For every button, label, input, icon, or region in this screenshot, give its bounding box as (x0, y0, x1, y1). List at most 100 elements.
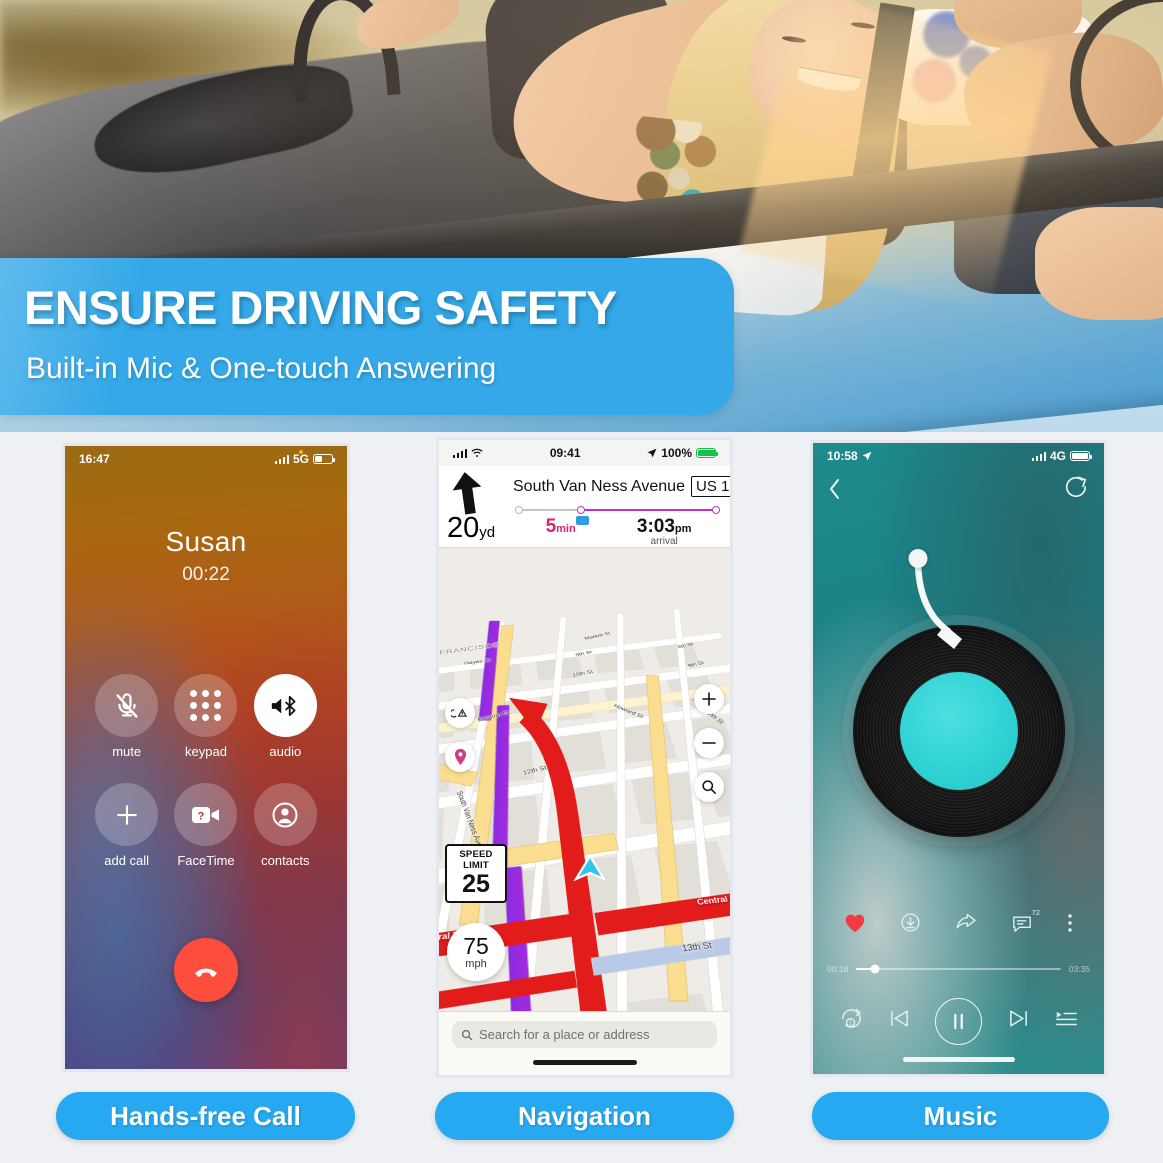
call-status-time: 16:47 (79, 452, 110, 466)
back-button[interactable] (827, 477, 842, 506)
download-button[interactable] (900, 912, 921, 938)
speaker-bluetooth-icon (253, 674, 317, 737)
audio-button[interactable]: audio (253, 674, 317, 759)
progress-track[interactable] (856, 964, 1061, 974)
end-call-button[interactable] (174, 938, 238, 1002)
keypad-button[interactable]: keypad (174, 674, 238, 759)
previous-track-button[interactable] (888, 1008, 911, 1034)
home-indicator[interactable] (902, 1057, 1015, 1062)
contacts-button[interactable]: contacts (253, 783, 317, 868)
progress-fill (578, 509, 720, 512)
call-status-bar: 16:47 5G (65, 446, 347, 472)
repeat-one-button[interactable]: 1 (839, 1007, 864, 1035)
music-action-row: 72 (813, 907, 1104, 943)
pause-icon (954, 1013, 964, 1029)
caller-name: Susan (165, 526, 247, 557)
music-status-bar: 10:58 4G (813, 443, 1104, 469)
minus-icon (702, 742, 716, 744)
nav-status-time: 09:41 (549, 446, 581, 460)
tonearm-pivot (908, 549, 927, 568)
heart-icon (845, 914, 865, 932)
wifi-icon (471, 448, 483, 457)
plus-icon (95, 783, 159, 846)
headline-banner: ENSURE DRIVING SAFETY Built-in Mic & One… (0, 258, 734, 415)
battery-icon (696, 448, 719, 458)
street-name: South Van Ness Avenue (513, 477, 685, 495)
recording-dot-icon (299, 450, 303, 454)
call-duration: 00:22 (182, 564, 230, 585)
remaining-time-cell: 5min (546, 516, 576, 538)
playlist-button[interactable] (1054, 1009, 1078, 1034)
caption-hands-free-call: Hands-free Call (56, 1092, 355, 1140)
zoom-in-button[interactable] (694, 684, 724, 714)
audio-label: audio (269, 744, 302, 759)
mute-button[interactable]: mute (95, 674, 159, 759)
comments-button[interactable]: 72 (1011, 908, 1040, 938)
report-icon (451, 708, 468, 718)
call-status-indicators: 5G (274, 452, 336, 466)
more-vertical-icon (1068, 913, 1072, 932)
speed-limit-sign: SPEED LIMIT 25 (445, 844, 507, 903)
hangup-icon (195, 968, 217, 977)
more-options-button[interactable] (1067, 913, 1073, 938)
add-call-button[interactable]: add call (95, 783, 159, 868)
person-circle-icon (253, 783, 317, 846)
music-status-right: 4G (1031, 449, 1093, 463)
arrival-ampm: pm (674, 523, 692, 535)
svg-text:1: 1 (849, 1020, 853, 1027)
music-screen: 10:58 4G 72 00:18 03:35 1 (813, 443, 1104, 1074)
phone-hands-free-call: 16:47 5G Susan 00:22 mute keypad audio a… (62, 443, 350, 1072)
play-pause-button[interactable] (935, 997, 983, 1045)
share-song-button[interactable] (955, 913, 977, 937)
map-search-button[interactable] (694, 772, 724, 802)
music-status-time: 10:58 (827, 449, 858, 463)
route-progress-bar (515, 505, 720, 515)
map-canvas[interactable]: SAN FRANCISCO Hayes St Market St Oak St … (439, 548, 730, 1011)
navigation-screen: 09:41 100% 20yd South Van Ness Avenue US… (439, 440, 730, 1075)
driver-leg (1035, 207, 1163, 320)
pin-icon (454, 748, 466, 766)
location-arrow-icon (647, 448, 657, 458)
street-name-row: South Van Ness Avenue US 101 (513, 476, 730, 497)
zoom-out-button[interactable] (694, 728, 724, 758)
current-speed-unit: mph (465, 957, 487, 970)
report-incident-button[interactable] (445, 698, 475, 728)
search-input[interactable]: Search for a place or address (452, 1021, 717, 1048)
plus-icon (702, 692, 716, 706)
home-indicator[interactable] (532, 1060, 637, 1065)
like-button[interactable] (844, 913, 866, 938)
album-art-label (899, 672, 1018, 790)
playback-progress[interactable]: 00:18 03:35 (827, 961, 1090, 977)
keypad-icon (174, 674, 238, 737)
arrival-time: 3:03pm (637, 516, 692, 538)
current-speed-value: 75 (463, 932, 489, 959)
remaining-time: 5min (546, 516, 576, 538)
download-icon (901, 913, 920, 932)
share-button[interactable] (1064, 475, 1088, 504)
mute-label: mute (112, 744, 142, 759)
banner-title: ENSURE DRIVING SAFETY (24, 281, 617, 334)
previous-icon (891, 1010, 909, 1027)
battery-icon (1070, 451, 1093, 461)
signal-bars-icon (274, 454, 289, 464)
chevron-left-icon (830, 479, 839, 499)
phone-music-player: 10:58 4G 72 00:18 03:35 1 (810, 440, 1107, 1077)
network-type-label: 4G (1049, 449, 1066, 463)
add-call-label: add call (104, 853, 150, 868)
facetime-button[interactable]: ? FaceTime (174, 783, 238, 868)
transport-controls: 1 (813, 995, 1104, 1047)
nav-status-right: 100% (647, 446, 719, 460)
next-track-button[interactable] (1007, 1008, 1030, 1034)
turn-instruction-banner: 20yd South Van Ness Avenue US 101 5m (439, 466, 730, 548)
battery-icon (313, 454, 336, 464)
signal-bars-icon (453, 448, 468, 458)
turn-distance: 20yd (447, 512, 495, 545)
music-top-bar (813, 473, 1104, 509)
call-screen: 16:47 5G Susan 00:22 mute keypad audio a… (65, 446, 347, 1069)
current-position-puck (573, 853, 607, 881)
progress-knob[interactable] (870, 964, 880, 974)
product-feature-page: ENSURE DRIVING SAFETY Built-in Mic & One… (0, 0, 1163, 1163)
map-pin-button[interactable] (445, 742, 475, 772)
caption-navigation: Navigation (435, 1092, 734, 1140)
phone-navigation: 09:41 100% 20yd South Van Ness Avenue US… (436, 437, 733, 1078)
